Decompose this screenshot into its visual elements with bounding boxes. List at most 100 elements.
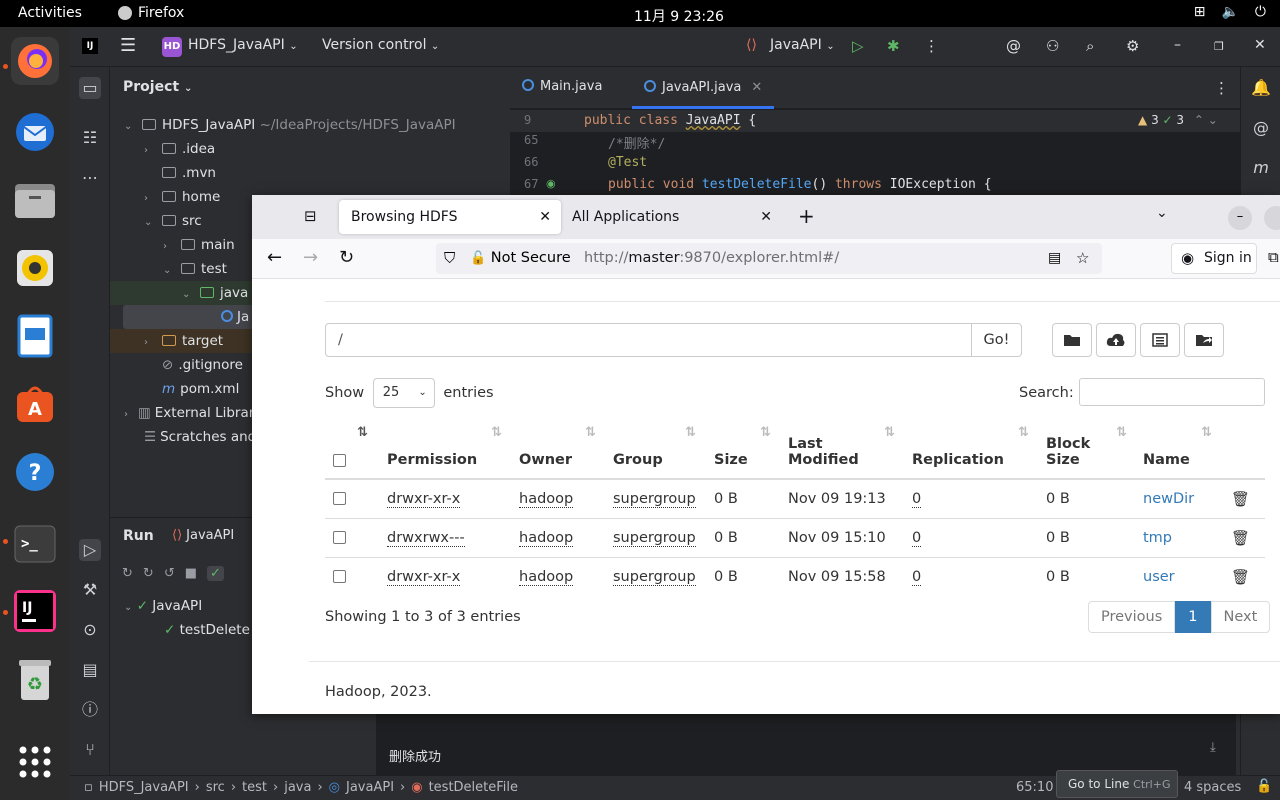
toggle-autotest-icon[interactable]: ↺ — [164, 566, 175, 581]
cell-permission[interactable]: drwxrwx--- — [387, 517, 519, 557]
back-icon[interactable]: ← — [267, 247, 282, 268]
header-name[interactable]: Name ⇅ — [1143, 421, 1231, 480]
cell-group[interactable]: supergroup — [613, 517, 714, 557]
page-1-button[interactable]: 1 — [1175, 601, 1211, 633]
cell-owner[interactable]: hadoop — [519, 517, 613, 557]
tab-all-applications[interactable]: All Applications ✕ — [560, 200, 782, 234]
run-test-gutter-icon[interactable]: ◉ — [546, 177, 556, 190]
delete-button[interactable]: 🗑 — [1231, 517, 1265, 557]
search-input[interactable] — [1079, 378, 1265, 406]
search-icon[interactable]: ⌕ — [1086, 37, 1094, 55]
next-page-button[interactable]: Next — [1210, 601, 1271, 633]
project-switcher[interactable]: HDFS_JavaAPI ⌄ — [188, 37, 298, 53]
row-checkbox[interactable] — [333, 570, 346, 584]
extensions-icon[interactable]: ⧉ — [1268, 248, 1279, 266]
indent-setting[interactable]: 4 spaces — [1184, 780, 1241, 795]
upload-button[interactable] — [1096, 323, 1136, 357]
structure-tool-icon[interactable]: ☷ — [79, 127, 101, 149]
close-tab-icon[interactable]: ✕ — [760, 200, 772, 234]
go-button[interactable]: Go! — [971, 323, 1022, 357]
tab-browsing-hdfs[interactable]: Browsing HDFS ✕ — [339, 200, 561, 234]
forward-icon[interactable]: → — [303, 247, 318, 268]
thunderbird-icon[interactable] — [11, 108, 59, 156]
previous-page-button[interactable]: Previous — [1088, 601, 1176, 633]
terminal-icon[interactable]: >_ — [11, 520, 59, 568]
run-tool-icon[interactable]: ▷ — [79, 539, 101, 561]
breadcrumb-item[interactable]: java — [284, 780, 311, 795]
header-block-size[interactable]: Block Size ⇅ — [1046, 421, 1143, 480]
breadcrumb-item[interactable]: test — [242, 780, 267, 795]
cell-replication[interactable]: 0 — [912, 517, 1046, 557]
cell-name[interactable]: tmp — [1143, 517, 1231, 557]
cell-permission[interactable]: drwxr-xr-x — [387, 478, 519, 518]
editor-more-icon[interactable]: ⋮ — [1214, 79, 1229, 97]
cell-group[interactable]: supergroup — [613, 556, 714, 596]
reader-view-icon[interactable]: ▤ — [1048, 243, 1061, 274]
main-menu-icon[interactable]: ☰ — [120, 35, 136, 56]
breadcrumb-item[interactable]: src — [206, 780, 225, 795]
delete-button[interactable]: 🗑 — [1231, 478, 1265, 518]
inspections-widget[interactable]: ▲ 3 ✓ 3 ⌃ ⌄ — [1138, 113, 1218, 127]
cell-group[interactable]: supergroup — [613, 478, 714, 518]
share-folder-button[interactable] — [1184, 323, 1224, 357]
test-tree-child[interactable]: ✓ testDelete — [164, 622, 250, 638]
system-tray[interactable]: ⊞ 🔈 ⏻ — [1194, 4, 1266, 20]
lock-icon[interactable]: 🔓 — [1256, 779, 1272, 794]
files-icon[interactable] — [11, 176, 59, 224]
notifications-icon[interactable]: 🔔 — [1250, 77, 1272, 99]
tree-item-root[interactable]: ⌄ HDFS_JavaAPI ~/IdeaProjects/HDFS_JavaAP… — [110, 113, 510, 137]
ai-chat-icon[interactable]: @ — [1250, 117, 1272, 139]
create-directory-button[interactable] — [1052, 323, 1092, 357]
close-tab-icon[interactable]: ✕ — [539, 200, 551, 234]
app-center-icon[interactable]: A — [11, 380, 59, 428]
new-tab-icon[interactable]: + — [798, 204, 815, 228]
problems-tool-icon[interactable]: ⓘ — [79, 699, 101, 721]
cell-name[interactable]: newDir — [1143, 478, 1231, 518]
tree-item-mvn[interactable]: .mvn — [110, 161, 510, 185]
rhythmbox-icon[interactable] — [11, 244, 59, 292]
project-panel-title[interactable]: Project ⌄ — [123, 79, 192, 95]
run-tab-javaapi[interactable]: ⟨⟩ JavaAPI — [172, 528, 234, 543]
minimize-icon[interactable]: – — [1228, 206, 1252, 230]
header-replication[interactable]: Replication ⇅ — [912, 421, 1046, 480]
close-tab-icon[interactable]: ✕ — [751, 80, 762, 95]
reload-icon[interactable]: ↻ — [339, 247, 354, 268]
maven-tool-icon[interactable]: m — [1250, 157, 1272, 179]
services-tool-icon[interactable]: ⊙ — [79, 619, 101, 641]
select-all-checkbox[interactable] — [333, 453, 346, 467]
sign-in-button[interactable]: ◉ Sign in — [1171, 243, 1257, 274]
maximize-icon[interactable] — [1264, 206, 1280, 230]
add-user-icon[interactable]: ⚇ — [1046, 37, 1059, 55]
run-config-selector[interactable]: JavaAPI ⌄ — [770, 37, 835, 53]
rerun-failed-icon[interactable]: ↻ — [143, 566, 154, 581]
build-tool-icon[interactable]: ⚒ — [79, 579, 101, 601]
caret-position[interactable]: 65:10 — [1016, 780, 1053, 795]
breadcrumb-item[interactable]: JavaAPI — [346, 780, 394, 795]
activities-button[interactable]: Activities — [18, 5, 82, 21]
run-icon[interactable]: ▷ — [852, 37, 864, 55]
close-icon[interactable]: ✕ — [1254, 37, 1266, 53]
writer-icon[interactable] — [11, 312, 59, 360]
breadcrumb-item[interactable]: testDeleteFile — [429, 780, 518, 795]
cell-permission[interactable]: drwxr-xr-x — [387, 556, 519, 596]
bookmark-star-icon[interactable]: ☆ — [1076, 243, 1089, 274]
entries-select[interactable]: 25 ⌄ — [372, 378, 435, 408]
ide-logo-icon[interactable]: IJ — [82, 38, 98, 54]
tab-javaapi-java[interactable]: JavaAPI.java ✕ — [632, 67, 775, 109]
more-actions-icon[interactable]: ⋮ — [924, 37, 939, 55]
rerun-icon[interactable]: ↻ — [122, 566, 133, 581]
settings-icon[interactable]: ⚙ — [1126, 37, 1139, 55]
header-group[interactable]: Group ⇅ — [613, 421, 714, 480]
firefox-view-icon[interactable]: ⊟ — [304, 207, 317, 225]
ai-assistant-icon[interactable]: @ — [1006, 37, 1021, 55]
terminal-tool-icon[interactable]: ▤ — [79, 659, 101, 681]
directory-path-input[interactable]: / — [325, 323, 972, 357]
intellij-icon[interactable]: IJ — [11, 587, 59, 635]
more-tools-icon[interactable]: ⋯ — [79, 167, 101, 189]
list-tabs-icon[interactable]: ⌄ — [1156, 205, 1168, 221]
sort-asc-icon[interactable]: ⇅ — [357, 425, 368, 440]
scroll-end-icon[interactable]: ⤓ — [1210, 740, 1216, 755]
header-size[interactable]: Size ⇅ — [714, 421, 788, 480]
cell-owner[interactable]: hadoop — [519, 478, 613, 518]
show-passed-icon[interactable]: ✓ — [207, 566, 224, 581]
